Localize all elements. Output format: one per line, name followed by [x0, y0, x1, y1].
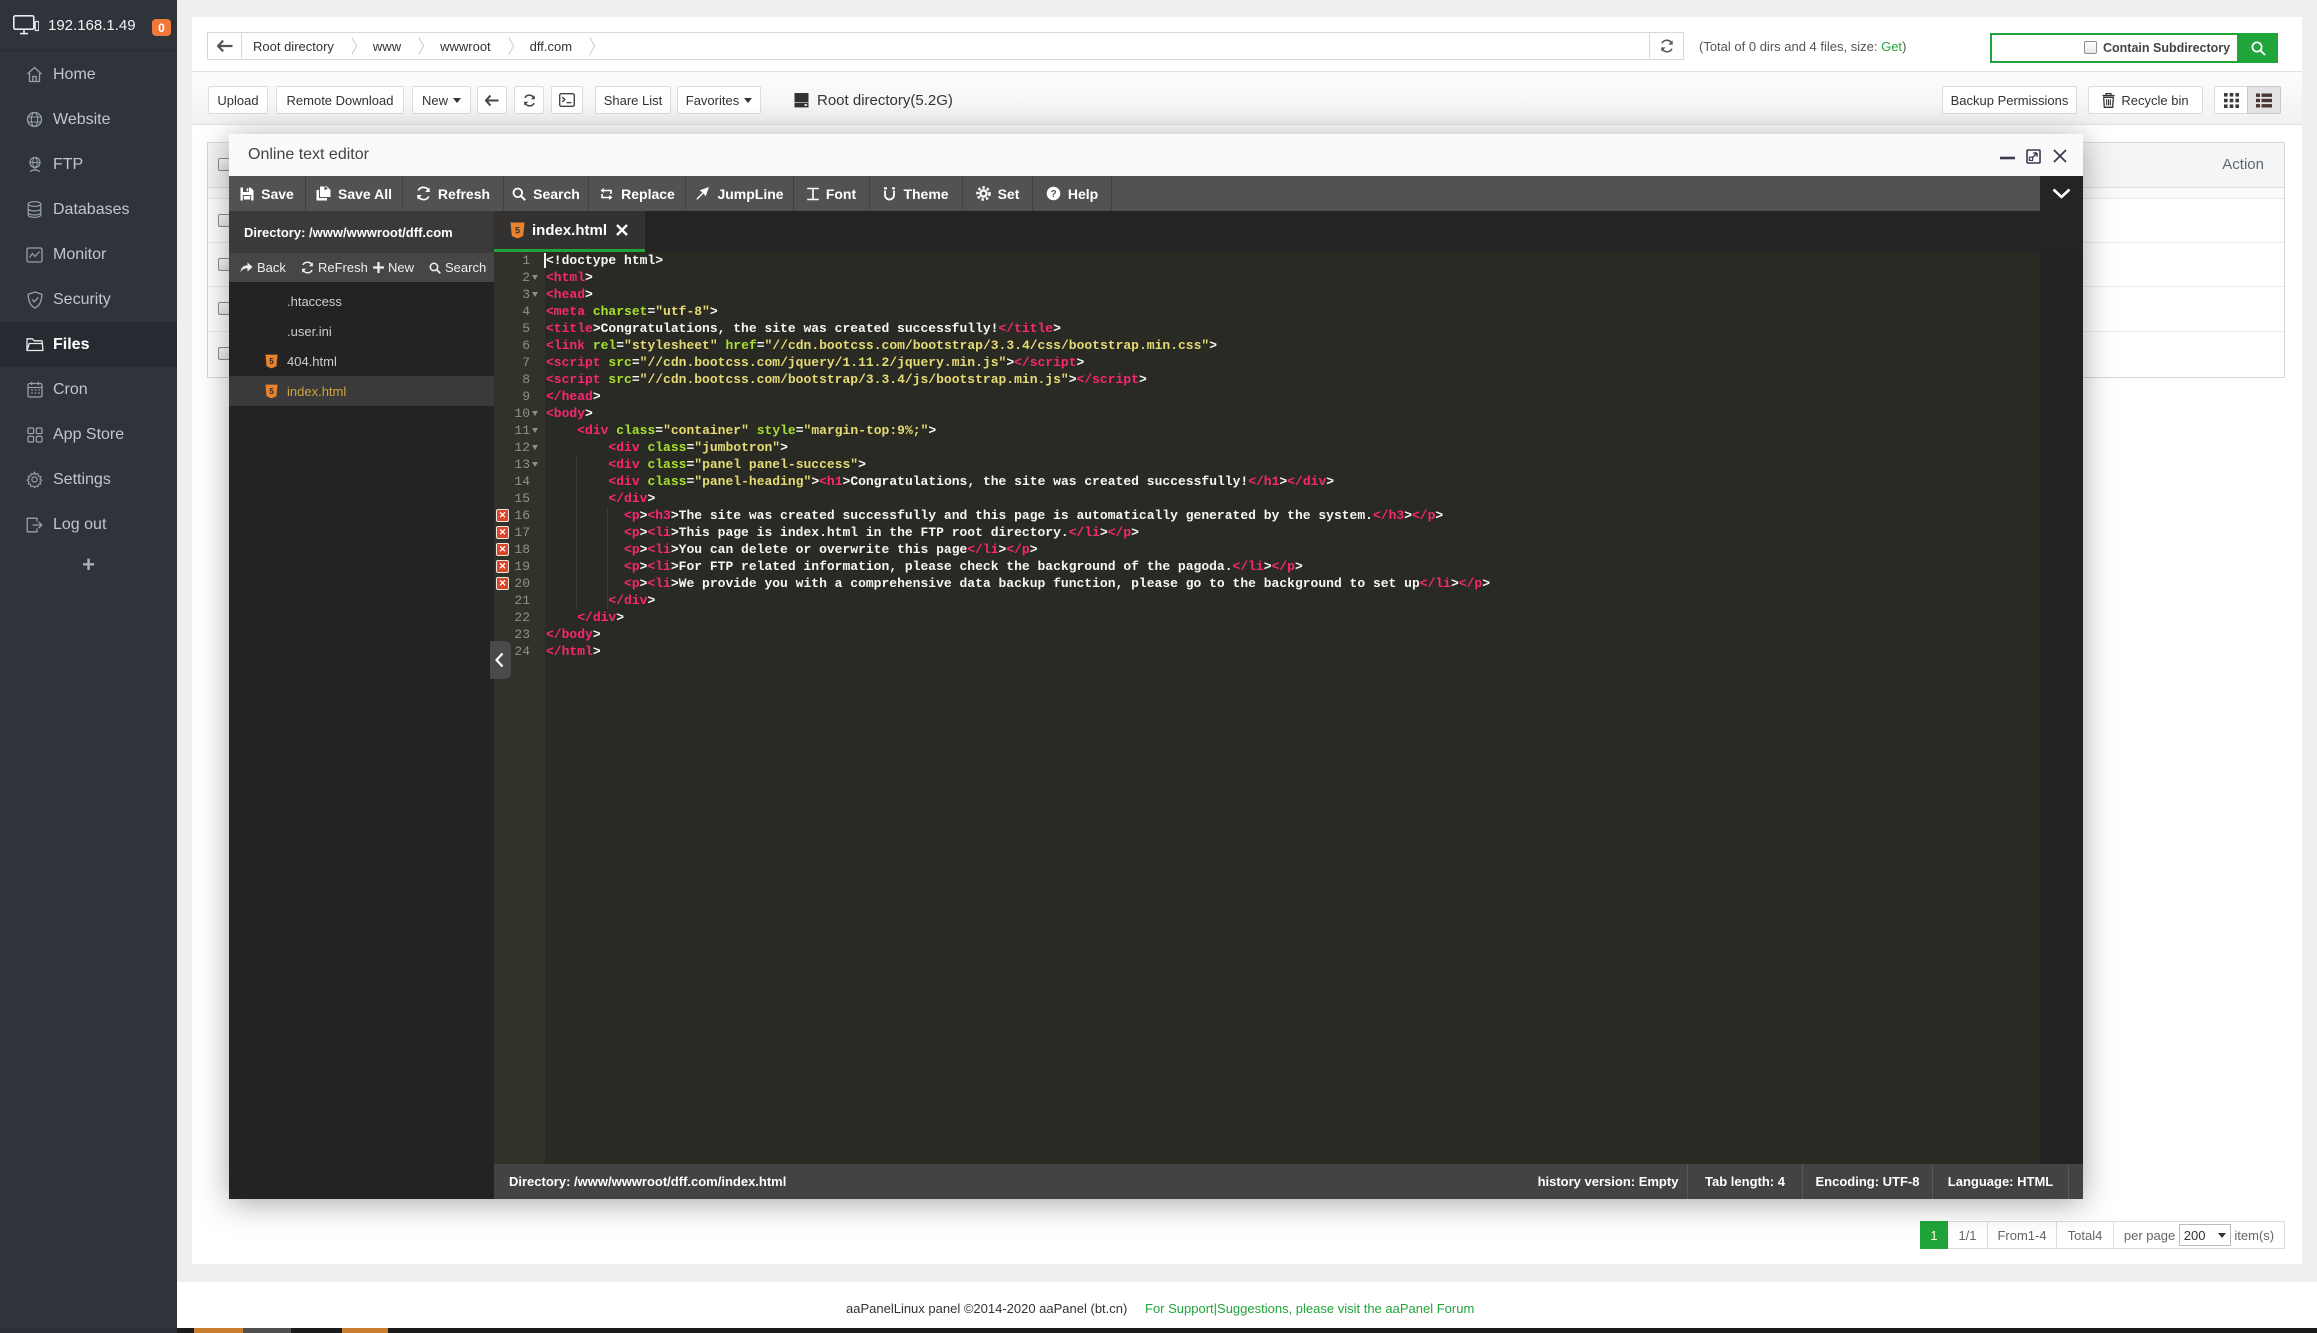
svg-text:?: ?: [1050, 189, 1056, 200]
svg-text:5: 5: [269, 357, 274, 366]
svg-text:5: 5: [269, 387, 274, 396]
svg-text:5: 5: [515, 225, 520, 235]
